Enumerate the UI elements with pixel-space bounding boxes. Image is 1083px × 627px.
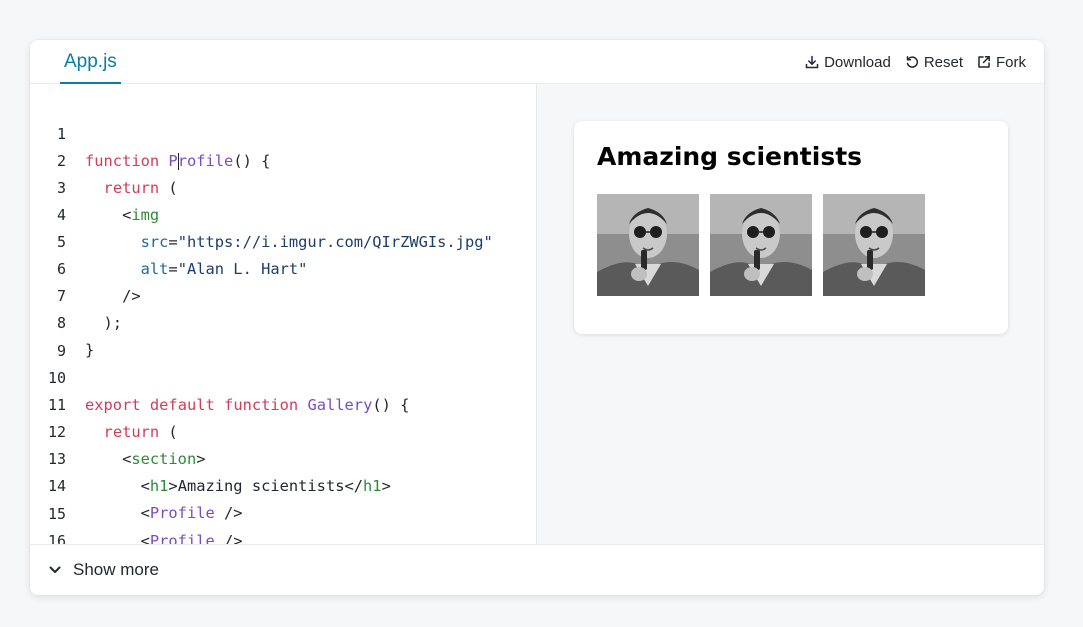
portrait-photo — [823, 194, 925, 296]
code-line: 8 } — [30, 283, 94, 359]
chevron-down-icon — [49, 566, 61, 573]
sandbox-card: App.js Download Reset Fork 1 function Pr… — [30, 40, 1044, 595]
code-text: function Profile() { — [85, 152, 271, 170]
code-line: 13 <h1>Amazing scientists</h1> — [30, 419, 391, 495]
code-line: 17 </section> — [30, 528, 86, 544]
code-line: 14 <Profile /> — [30, 446, 243, 522]
reset-button[interactable]: Reset — [905, 54, 963, 71]
code-text: <Profile /> — [85, 504, 243, 522]
code-text: <Profile /> — [85, 532, 243, 544]
code-text: export default function Gallery() { — [85, 396, 410, 414]
code-text: <section> — [85, 450, 206, 468]
toolbar-actions: Download Reset Fork — [805, 40, 1026, 84]
code-text: <img — [85, 206, 160, 224]
code-line: 10 export default function Gallery() { — [30, 338, 409, 414]
code-line: 12 <section> — [30, 392, 206, 468]
download-label: Download — [824, 53, 891, 71]
code-line: 7 ); — [30, 256, 122, 332]
code-editor[interactable]: 1 function Profile() { 2 return ( 3 <img… — [30, 84, 537, 544]
external-link-icon — [978, 56, 990, 68]
tab-app-js[interactable]: App.js — [60, 40, 121, 84]
code-text: src="https://i.imgur.com/QIrZWGIs.jpg" — [140, 233, 493, 251]
reset-label: Reset — [923, 53, 963, 71]
preview-pane: Amazing scientists — [537, 84, 1044, 544]
code-text: return ( — [103, 179, 178, 197]
code-line: 11 return ( — [30, 365, 178, 441]
code-text: } — [85, 341, 95, 359]
code-line: 16 <Profile /> — [30, 501, 86, 544]
fork-label: Fork — [996, 53, 1026, 71]
code-line: 2 return ( — [30, 121, 178, 197]
show-more-label: Show more — [73, 560, 159, 579]
fork-button[interactable]: Fork — [977, 54, 1026, 71]
download-icon — [805, 55, 819, 69]
code-text: return ( — [103, 423, 178, 441]
code-line: 9 — [30, 311, 86, 360]
code-line: 6 /> — [30, 229, 141, 305]
code-line: 15 <Profile /> — [30, 474, 243, 544]
portrait-photo — [597, 194, 699, 296]
code-text: ); — [85, 314, 123, 332]
portrait-photo — [710, 194, 812, 296]
code-line: 5 alt="Alan L. Hart" — [30, 202, 307, 278]
code-text: <h1>Amazing scientists</h1> — [85, 477, 391, 495]
code-line: 3 <img — [30, 148, 159, 224]
show-more-button[interactable]: Show more — [30, 544, 1044, 595]
code-text: /> — [85, 287, 141, 305]
code-line: 4 src="https://i.imgur.com/QIrZWGIs.jpg" — [30, 175, 493, 251]
preview-heading: Amazing scientists — [597, 142, 863, 171]
reset-icon — [906, 56, 918, 68]
code-text: alt="Alan L. Hart" — [140, 260, 308, 278]
download-button[interactable]: Download — [805, 54, 891, 71]
editor-toolbar: App.js Download Reset Fork — [30, 40, 1044, 84]
preview-card: Amazing scientists — [574, 121, 1008, 334]
code-line: 1 function Profile() { — [30, 94, 270, 170]
